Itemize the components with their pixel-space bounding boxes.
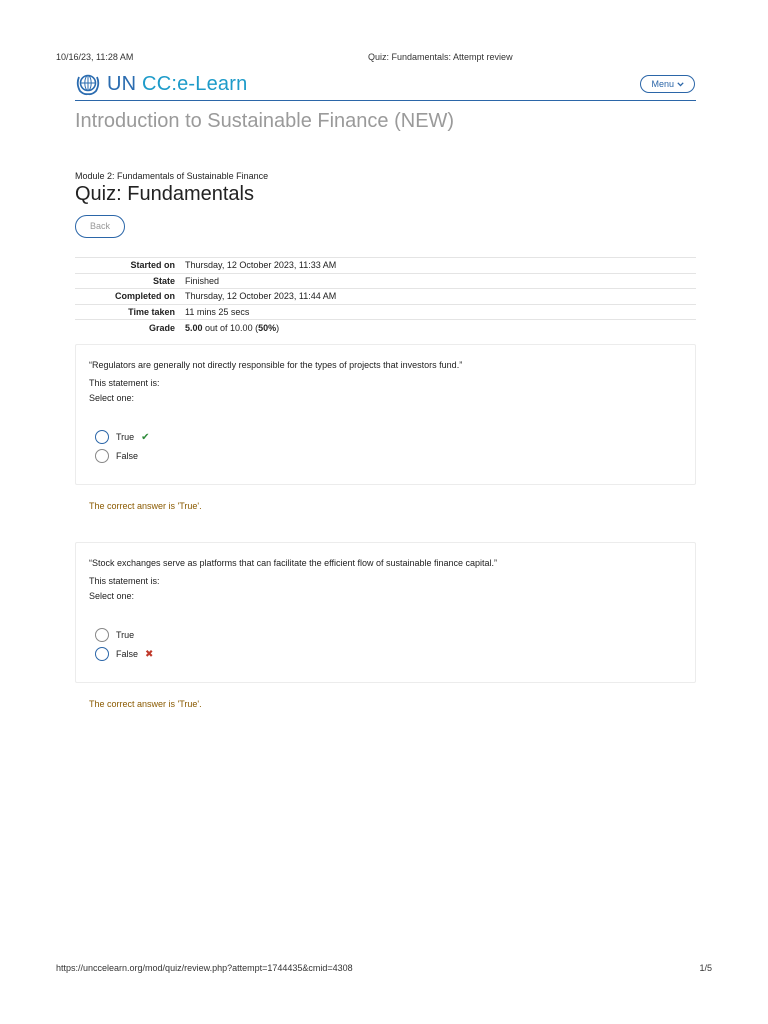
summary-row-grade: Grade 5.00 out of 10.00 (50%) [75, 319, 696, 335]
question-text: “Stock exchanges serve as platforms that… [89, 558, 498, 568]
print-doc-title: Quiz: Fundamentals: Attempt review [368, 52, 513, 62]
radio-button[interactable] [95, 647, 109, 661]
back-button[interactable]: Back [75, 215, 125, 238]
option-label: False [116, 451, 139, 461]
answer-option-false[interactable]: False ✖ [95, 647, 153, 661]
summary-value: Thursday, 12 October 2023, 11:44 AM [180, 288, 696, 304]
summary-row-time-taken: Time taken 11 mins 25 secs [75, 303, 696, 320]
print-page-number: 1/5 [699, 963, 712, 973]
correct-answer-feedback: The correct answer is 'True'. [89, 699, 202, 709]
page: 10/16/23, 11:28 AM Quiz: Fundamentals: A… [0, 0, 768, 1024]
radio-button[interactable] [95, 628, 109, 642]
page-title: Quiz: Fundamentals [75, 183, 254, 205]
summary-row-completed: Completed on Thursday, 12 October 2023, … [75, 288, 696, 304]
question-prompt: This statement is: [89, 576, 160, 586]
question-prompt: This statement is: [89, 378, 160, 388]
grade-close: ) [276, 322, 280, 333]
summary-row-started: Started on Thursday, 12 October 2023, 11… [75, 257, 696, 273]
summary-value: Finished [180, 272, 696, 289]
logo-text: UN CC:e-Learn [107, 73, 247, 96]
logo-suffix: CC:e-Learn [142, 72, 248, 95]
course-title[interactable]: Introduction to Sustainable Finance (NEW… [75, 110, 454, 133]
attempt-summary-table: Started on Thursday, 12 October 2023, 11… [75, 257, 696, 335]
chevron-down-icon [677, 81, 684, 87]
question-instruction: Select one: [89, 591, 135, 601]
radio-button[interactable] [95, 430, 109, 444]
summary-label: State [75, 272, 180, 289]
breadcrumb[interactable]: Module 2: Fundamentals of Sustainable Fi… [75, 171, 268, 181]
question-instruction: Select one: [89, 393, 135, 403]
summary-label: Time taken [75, 303, 180, 320]
question-card: “Regulators are generally not directly r… [75, 344, 696, 485]
checkmark-icon: ✔ [141, 431, 150, 443]
option-label: True [116, 432, 135, 442]
print-datetime: 10/16/23, 11:28 AM [56, 52, 134, 62]
answer-option-true[interactable]: True [95, 628, 134, 642]
site-logo[interactable]: UN CC:e-Learn [75, 72, 247, 96]
summary-row-state: State Finished [75, 272, 696, 289]
summary-label: Started on [75, 257, 180, 273]
grade-percent: 50% [258, 322, 277, 333]
question-text: “Regulators are generally not directly r… [89, 360, 463, 370]
grade-out-of: out of 10.00 ( [202, 322, 259, 333]
menu-label: Menu [651, 79, 674, 89]
grade-value: 5.00 out of 10.00 (50%) [180, 319, 696, 335]
grade-score: 5.00 [185, 322, 203, 333]
summary-value: Thursday, 12 October 2023, 11:33 AM [180, 257, 696, 273]
radio-button[interactable] [95, 449, 109, 463]
correct-answer-feedback: The correct answer is 'True'. [89, 501, 202, 511]
option-label: False [116, 649, 139, 659]
logo-prefix: UN [107, 72, 143, 95]
option-label: True [116, 630, 135, 640]
print-url: https://unccelearn.org/mod/quiz/review.p… [56, 963, 353, 973]
summary-value: 11 mins 25 secs [180, 303, 696, 320]
un-emblem-icon [76, 74, 100, 96]
summary-label: Grade [75, 319, 180, 335]
answer-option-false[interactable]: False [95, 449, 138, 463]
question-card: “Stock exchanges serve as platforms that… [75, 542, 696, 683]
site-header: UN CC:e-Learn Menu [75, 70, 696, 101]
cross-icon: ✖ [145, 648, 154, 660]
menu-button[interactable]: Menu [640, 75, 695, 93]
summary-label: Completed on [75, 288, 180, 304]
answer-option-true[interactable]: True ✔ [95, 430, 150, 444]
